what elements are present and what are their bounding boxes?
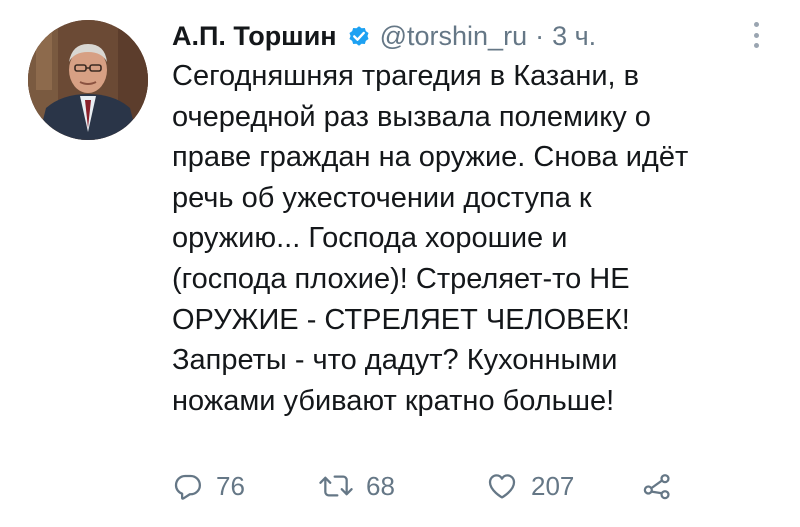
like-count: 207 bbox=[531, 470, 575, 501]
tweet-text: Сегодняшняя трагедия в Казани, в очередн… bbox=[172, 56, 772, 421]
tweet-actions: 76 68 207 bbox=[172, 466, 692, 506]
author-name[interactable]: А.П. Торшин bbox=[172, 18, 337, 54]
like-button[interactable]: 207 bbox=[485, 466, 574, 506]
avatar[interactable] bbox=[28, 20, 148, 140]
reply-count: 76 bbox=[216, 470, 245, 501]
tweet-text-line: очередной раз вызвала полемику о bbox=[172, 100, 651, 133]
tweet-text-line: ОРУЖИЕ - СТРЕЛЯЕТ ЧЕЛОВЕК! bbox=[172, 303, 630, 336]
reply-button[interactable]: 76 bbox=[172, 466, 245, 506]
retweet-icon bbox=[318, 470, 354, 502]
verified-badge-icon bbox=[346, 23, 372, 49]
tweet-text-line: Запреты - что дадут? Кухонными bbox=[172, 344, 618, 377]
avatar-photo bbox=[28, 20, 148, 140]
tweet-header: А.П. Торшин @torshin_ru · 3 ч. bbox=[172, 16, 730, 56]
tweet[interactable]: А.П. Торшин @torshin_ru · 3 ч. Сегодняшн… bbox=[0, 0, 800, 527]
tweet-text-line: (господа плохие)! Стреляет-то НЕ bbox=[172, 262, 630, 295]
tweet-text-line: Сегодняшняя трагедия в Казани, в bbox=[172, 60, 640, 92]
tweet-text-line: праве граждан на оружие. Снова идёт bbox=[172, 141, 689, 174]
heart-icon bbox=[485, 470, 519, 502]
tweet-text-line: речь об ужесточении доступа к bbox=[172, 181, 592, 214]
author-handle[interactable]: @torshin_ru bbox=[380, 18, 527, 54]
retweet-count: 68 bbox=[366, 470, 395, 501]
retweet-button[interactable]: 68 bbox=[318, 466, 395, 506]
separator-dot: · bbox=[535, 21, 545, 51]
reply-icon bbox=[172, 470, 204, 502]
timestamp[interactable]: 3 ч. bbox=[552, 18, 596, 54]
tweet-text-line: ножами убивают кратно больше! bbox=[172, 384, 615, 417]
more-vertical-icon[interactable] bbox=[749, 22, 763, 48]
share-button[interactable] bbox=[640, 466, 674, 506]
share-icon bbox=[640, 470, 674, 502]
tweet-text-line: оружию... Господа хорошие и bbox=[172, 222, 568, 255]
